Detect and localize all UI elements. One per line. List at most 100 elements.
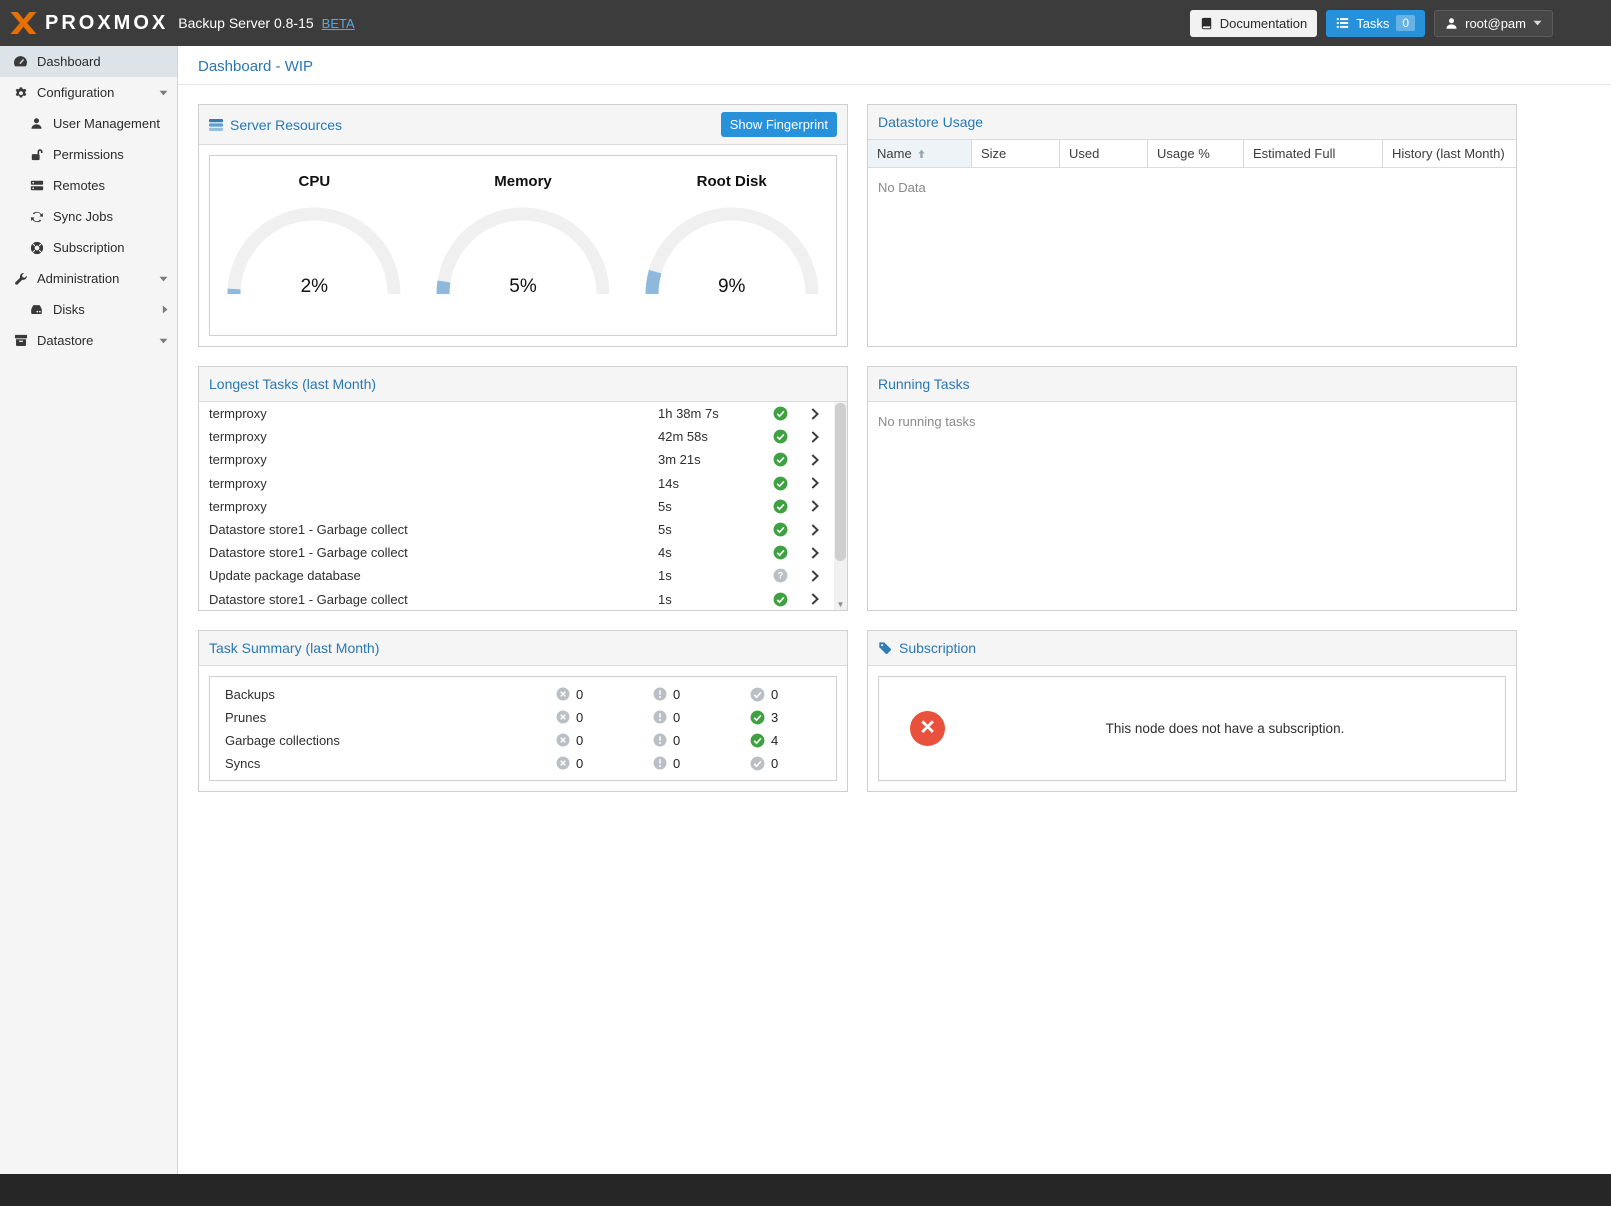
panel-title: Subscription <box>899 640 976 656</box>
column-header-estimated-full[interactable]: Estimated Full <box>1244 140 1383 167</box>
task-list-icon <box>1336 17 1349 29</box>
task-duration: 1s <box>658 592 764 607</box>
ok-count: 0 <box>771 756 778 771</box>
summary-stat-warning: 0 <box>653 729 750 752</box>
open-task-button[interactable] <box>796 454 834 466</box>
task-name: Datastore store1 - Garbage collect <box>209 522 658 537</box>
server-resources-header: Server Resources Show Fingerprint <box>199 105 847 145</box>
top-bar: PROXMOX Backup Server 0.8-15 BETA Docume… <box>0 0 1611 46</box>
server-stack-icon <box>209 119 223 131</box>
chevron-down-icon[interactable] <box>159 90 168 96</box>
gauge-arc: 2% <box>219 199 409 299</box>
ok-status-icon <box>764 499 796 514</box>
page-title: Dashboard - WIP <box>178 46 1611 85</box>
column-header-size[interactable]: Size <box>972 140 1060 167</box>
hdd-icon <box>28 303 45 316</box>
open-task-button[interactable] <box>796 477 834 489</box>
subscription-panel: Subscription × This node does not have a… <box>867 630 1517 792</box>
sidebar-item-disks[interactable]: Disks <box>0 294 177 325</box>
task-duration: 1h 38m 7s <box>658 406 764 421</box>
documentation-button[interactable]: Documentation <box>1190 10 1317 37</box>
unknown-status-icon: ? <box>764 568 796 583</box>
task-row[interactable]: termproxy5s <box>199 495 834 518</box>
sidebar-item-sync-jobs[interactable]: Sync Jobs <box>0 201 177 232</box>
main-content: Dashboard - WIP Server Resources Show Fi… <box>178 46 1611 1174</box>
refresh-icon <box>28 210 45 224</box>
open-task-button[interactable] <box>796 500 834 512</box>
open-task-button[interactable] <box>796 408 834 420</box>
task-row[interactable]: Datastore store1 - Garbage collect4s <box>199 541 834 564</box>
ok-status-icon <box>764 452 796 467</box>
tasks-button[interactable]: Tasks 0 <box>1326 10 1425 37</box>
task-row[interactable]: termproxy1h 38m 7s <box>199 402 834 425</box>
longest-tasks-title-bar: Longest Tasks (last Month) <box>199 367 847 402</box>
longest-tasks-list-wrap: termproxy1h 38m 7stermproxy42m 58stermpr… <box>199 402 847 610</box>
task-name: Update package database <box>209 568 658 583</box>
task-name: Datastore store1 - Garbage collect <box>209 592 658 607</box>
column-header-used[interactable]: Used <box>1060 140 1148 167</box>
open-task-button[interactable] <box>796 431 834 443</box>
summary-row-label: Prunes <box>225 706 556 729</box>
sidebar-item-configuration[interactable]: Configuration <box>0 77 177 108</box>
sidebar-item-label: User Management <box>53 116 168 131</box>
task-row[interactable]: termproxy14s <box>199 472 834 495</box>
open-task-button[interactable] <box>796 570 834 582</box>
open-task-button[interactable] <box>796 524 834 536</box>
archive-icon <box>12 334 29 347</box>
chevron-down-icon[interactable] <box>159 276 168 282</box>
column-header-history-last-month[interactable]: History (last Month) <box>1383 140 1516 167</box>
sidebar-item-label: Subscription <box>53 240 168 255</box>
show-fingerprint-button[interactable]: Show Fingerprint <box>721 112 837 137</box>
gauge-label: Memory <box>494 173 552 190</box>
sidebar-item-remotes[interactable]: Remotes <box>0 170 177 201</box>
warning-count: 0 <box>673 687 680 702</box>
user-menu-button[interactable]: root@pam <box>1434 10 1553 37</box>
chevron-right-icon[interactable] <box>162 305 168 314</box>
scrollbar[interactable]: ▼ <box>834 402 847 610</box>
task-row[interactable]: termproxy3m 21s <box>199 448 834 471</box>
open-task-button[interactable] <box>796 547 834 559</box>
task-name: termproxy <box>209 406 658 421</box>
error-count: 0 <box>576 710 583 725</box>
chevron-right-icon <box>811 454 819 466</box>
summary-stat-ok: 0 <box>750 683 836 706</box>
gauge-cpu: CPU2% <box>210 156 419 335</box>
sidebar: DashboardConfiguration User Management Per… <box>0 46 178 1174</box>
sidebar-item-datastore[interactable]: Datastore <box>0 325 177 356</box>
server-rows-icon <box>28 179 45 192</box>
panel-title: Server Resources <box>230 117 342 133</box>
sidebar-item-user-management[interactable]: User Management <box>0 108 177 139</box>
sidebar-item-label: Remotes <box>53 178 168 193</box>
summary-stat-ok: 3 <box>750 706 836 729</box>
no-subscription-icon: × <box>910 711 945 746</box>
sidebar-item-dashboard[interactable]: Dashboard <box>0 46 177 77</box>
chevron-right-icon <box>811 524 819 536</box>
open-task-button[interactable] <box>796 593 834 605</box>
sidebar-item-subscription[interactable]: Subscription <box>0 232 177 263</box>
task-name: termproxy <box>209 476 658 491</box>
task-row[interactable]: termproxy42m 58s <box>199 425 834 448</box>
scroll-down-arrow-icon[interactable]: ▼ <box>834 600 847 609</box>
ok-icon <box>750 710 765 725</box>
task-row[interactable]: Datastore store1 - Garbage collect1s <box>199 588 834 611</box>
scrollbar-thumb[interactable] <box>835 403 846 561</box>
column-label: Name <box>877 146 912 161</box>
tasks-count-badge: 0 <box>1396 15 1415 31</box>
ok-count: 3 <box>771 710 778 725</box>
task-row[interactable]: Datastore store1 - Garbage collect5s <box>199 518 834 541</box>
task-row[interactable]: Update package database1s? <box>199 564 834 587</box>
column-label: History (last Month) <box>1392 146 1505 161</box>
warning-count: 0 <box>673 733 680 748</box>
beta-link[interactable]: BETA <box>322 16 355 31</box>
sidebar-item-administration[interactable]: Administration <box>0 263 177 294</box>
chevron-down-icon[interactable] <box>159 338 168 344</box>
column-header-name[interactable]: Name <box>868 140 972 167</box>
summary-row-label: Garbage collections <box>225 729 556 752</box>
longest-tasks-list: termproxy1h 38m 7stermproxy42m 58stermpr… <box>199 402 834 610</box>
gauge-label: Root Disk <box>697 173 767 190</box>
column-header-usage[interactable]: Usage % <box>1148 140 1244 167</box>
sidebar-item-label: Sync Jobs <box>53 209 168 224</box>
empty-text: No running tasks <box>878 414 976 429</box>
sidebar-item-permissions[interactable]: Permissions <box>0 139 177 170</box>
user-icon <box>28 117 45 130</box>
